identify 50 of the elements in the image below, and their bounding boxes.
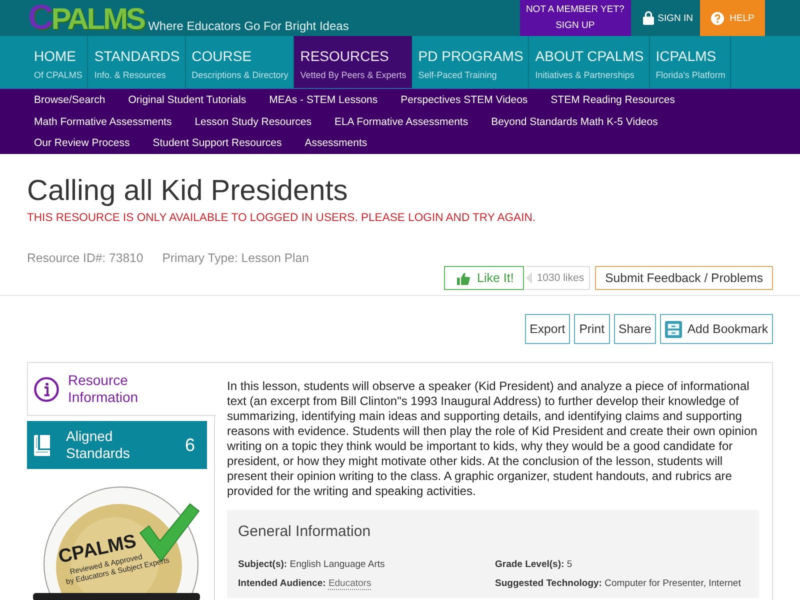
help-icon (710, 12, 724, 24)
subnav-link[interactable]: STEM Reading Resources (550, 94, 675, 106)
subnav-link[interactable]: Our Review Process (34, 137, 130, 150)
info-icon (34, 376, 59, 402)
subnav-link[interactable]: Perspectives STEM Videos (400, 94, 528, 106)
subnav-link[interactable]: Lesson Study Resources (194, 116, 312, 128)
nav-tab[interactable]: RESOURCES Vetted By Peers & Experts (294, 36, 412, 88)
field-label: Subject(s): (238, 559, 288, 570)
subnav-link[interactable]: Browse/Search (34, 94, 106, 106)
field-label: Grade Level(s): (495, 559, 564, 570)
drawer-icon (665, 320, 682, 338)
section-heading: General Information (238, 523, 372, 541)
lock-icon (642, 11, 654, 25)
thumbs-up-icon (457, 272, 470, 284)
nav-tab[interactable]: STANDARDS Info. & Resources (88, 36, 186, 88)
side-tab[interactable]: Resource Information (27, 362, 216, 416)
resource-title: Calling all Kid Presidents (27, 174, 349, 208)
resource-type: Primary Type: Lesson Plan (162, 250, 309, 266)
subnav-link[interactable]: Assessments (304, 137, 368, 150)
subnav-link[interactable]: Original Student Tutorials (128, 94, 246, 106)
field-label: Suggested Technology: (495, 578, 602, 589)
sign-up-link[interactable]: SIGN UP (556, 20, 595, 32)
field-value: English Language Arts (290, 559, 385, 570)
action-button[interactable]: Export (524, 314, 570, 344)
resource-id: Resource ID#: 73810 (27, 250, 144, 266)
member-prompt: NOT A MEMBER YET? (526, 4, 624, 16)
nav-tab[interactable]: ABOUT CPALMS Initiatives & Partnerships (529, 36, 650, 88)
subnav-link[interactable]: ELA Formative Assessments (334, 116, 468, 128)
nav-tab[interactable]: ICPALMS Florida's Platform (650, 36, 732, 88)
resource-description: In this lesson, students will observe a speaker (Kid President) and analyze a piece of informational text (an excerpt from Bill Clinton"s 1993 Inaugural Address) to further develop their knowledge of summarizing, identifying main ideas and supporting details, and identifying claims and supporting reasons with evidence. Students will then play the role of Kid President and create their own opinion writing on a topic they think would be important to kids, why they would be a good candidate for president, or how they might motivate other kids. At the conclusion of the lesson, students will present their opinion writing to the class. A graphic organizer, student handouts, and rubrics are provided for the writing and speaking activities. (227, 379, 758, 499)
book-icon (34, 434, 50, 456)
sign-in-link[interactable]: SIGN IN (630, 0, 700, 36)
like-count: 1030 likes (526, 266, 590, 290)
login-notice: THIS RESOURCE IS ONLY AVAILABLE TO LOGGED IN USERS. PLEASE LOGIN AND TRY AGAIN. (27, 211, 537, 225)
subnav-link[interactable]: Beyond Standards Math K-5 Videos (491, 116, 658, 128)
feedback-button[interactable]: Submit Feedback / Problems (595, 266, 773, 290)
nav-tab[interactable]: PD PROGRAMS Self-Paced Training (412, 36, 530, 88)
side-tab[interactable]: Aligned Standards 6 (27, 421, 207, 469)
site-tagline: Where Educators Go For Bright Ideas (148, 19, 349, 33)
subnav-link[interactable]: MEAs - STEM Lessons (269, 94, 378, 106)
field-label: Intended Audience: (238, 578, 326, 589)
action-button[interactable]: Share (614, 314, 656, 344)
subnav-link[interactable]: Math Formative Assessments (34, 116, 172, 128)
nav-tab[interactable]: HOME Of CPALMS (28, 36, 88, 88)
field-value: 5 (566, 559, 572, 570)
subnav-link[interactable]: Student Support Resources (152, 137, 282, 150)
bookmark-button[interactable]: Add Bookmark (660, 314, 773, 344)
field-value: Computer for Presenter, Internet (604, 578, 741, 589)
field-link[interactable]: Educators (328, 578, 372, 590)
action-button[interactable]: Print (574, 314, 610, 344)
